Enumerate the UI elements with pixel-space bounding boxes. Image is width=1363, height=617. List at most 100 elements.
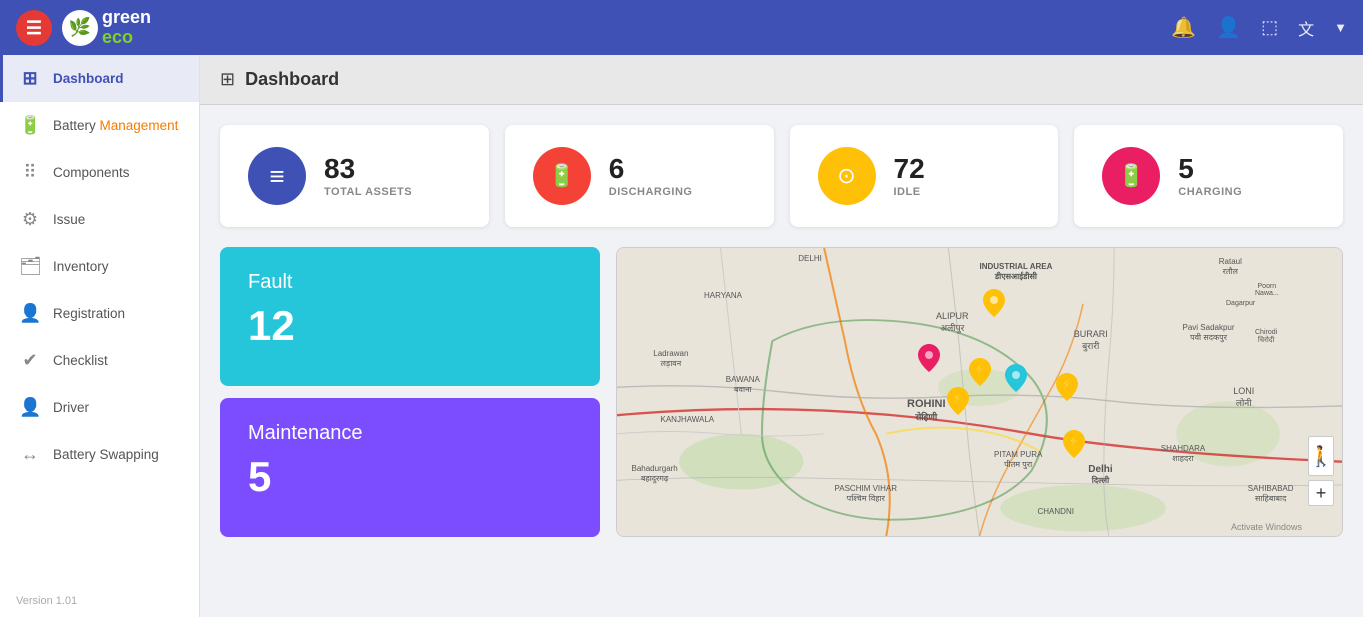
issue-icon: ⚙ (19, 209, 41, 230)
map-pin-5: ⚡ (1056, 373, 1078, 401)
dropdown-arrow-icon[interactable]: ▼ (1334, 20, 1347, 35)
map-label-pavi-sadakpur: Pavi Sadakpurपवी सदकपुर (1183, 323, 1235, 343)
map-label-delhi-center: Delhiदिल्ली (1088, 464, 1112, 486)
sidebar-item-label: Components (53, 165, 183, 180)
map-label-sahibabad: SAHIBABADसाहिबाबाद (1248, 484, 1294, 504)
map-container[interactable]: INDUSTRIAL AREAडीएसआईडीसी ALIPURअलीपुर B… (616, 247, 1343, 537)
idle-icon-circle: ⊙ (818, 147, 876, 205)
map-pin-7: ⚡ (1063, 430, 1085, 458)
sidebar-item-label: Inventory (53, 259, 183, 274)
map-pin-6: ⚡ (947, 387, 969, 415)
sidebar-item-label: Battery Swapping (53, 447, 183, 462)
charging-label: CHARGING (1178, 186, 1242, 198)
map-label-shahdara: SHAHDARAशाहदरा (1161, 444, 1205, 464)
main-layout: ⊞ Dashboard 🔋 Battery Management ⠿ Compo… (0, 0, 1363, 617)
map-label-chandni: CHANDNI (1038, 507, 1074, 516)
logout-icon[interactable]: ⬚ (1261, 17, 1278, 38)
map-label-dagarpur: Dagarpur (1226, 300, 1255, 307)
svg-text:⚡: ⚡ (1061, 378, 1072, 390)
map-background: INDUSTRIAL AREAडीएसआईडीसी ALIPURअलीपुर B… (617, 248, 1342, 536)
map-label-kanjhawala: KANJHAWALA (661, 415, 715, 424)
idle-info: 72 IDLE (894, 154, 925, 199)
map-pin-2 (918, 344, 940, 372)
sidebar-item-label: Checklist (53, 353, 183, 368)
idle-icon: ⊙ (837, 165, 855, 187)
stat-card-total-assets[interactable]: ≡ 83 TOTAL ASSETS (220, 125, 489, 227)
map-label-pitam-pura: PITAM PURAपीतम पुरा (994, 450, 1042, 470)
map-label-rohini: ROHINIरोहिणी (907, 398, 946, 423)
discharging-label: DISCHARGING (609, 186, 693, 198)
sidebar-item-label: Driver (53, 400, 183, 415)
dashboard-icon: ⊞ (19, 68, 41, 89)
logo: 🌿 green eco (62, 8, 151, 48)
discharging-info: 6 DISCHARGING (609, 154, 693, 199)
map-label-poorn-nawa: PoornNawa... (1255, 283, 1279, 297)
bottom-section: Fault 12 Maintenance 5 (200, 237, 1363, 547)
map-person-control[interactable]: 🚶 (1308, 436, 1334, 476)
list-icon: ≡ (269, 163, 284, 189)
sidebar-item-driver[interactable]: 👤 Driver (0, 384, 199, 431)
translate-icon[interactable]: 文 (1298, 16, 1314, 40)
page-header-icon: ⊞ (220, 69, 235, 90)
sidebar-item-label: Issue (53, 212, 183, 227)
svg-text:⚡: ⚡ (952, 392, 963, 404)
topnav-action-icons: 🔔 👤 ⬚ 文 ▼ (1171, 15, 1347, 40)
battery-discharging-icon: 🔋 (548, 165, 575, 187)
sidebar-item-label: Registration (53, 306, 183, 321)
driver-icon: 👤 (19, 397, 41, 418)
sidebar-item-registration[interactable]: 👤 Registration (0, 290, 199, 337)
notification-icon[interactable]: 🔔 (1171, 15, 1196, 40)
total-assets-info: 83 TOTAL ASSETS (324, 154, 412, 199)
map-label-industrial: INDUSTRIAL AREAडीएसआईडीसी (980, 262, 1053, 282)
map-zoom-plus[interactable]: + (1308, 480, 1334, 506)
maintenance-card[interactable]: Maintenance 5 (220, 398, 600, 537)
map-label-haryana: HARYANA (704, 291, 742, 300)
map-label-alipur: ALIPURअलीपुर (936, 311, 969, 334)
map-label-ladrawan: Ladrawanलड़ावन (653, 349, 688, 369)
total-assets-number: 83 (324, 154, 412, 185)
fault-card[interactable]: Fault 12 (220, 247, 600, 386)
registration-icon: 👤 (19, 303, 41, 324)
page-title: Dashboard (245, 69, 339, 90)
map-pin-3: ⚡ (969, 358, 991, 386)
sidebar-item-label: Dashboard (53, 71, 183, 86)
discharging-icon-circle: 🔋 (533, 147, 591, 205)
fault-number: 12 (248, 302, 572, 350)
stat-cards-row: ≡ 83 TOTAL ASSETS 🔋 6 DISCHARGING ⊙ (200, 105, 1363, 237)
main-content: ⊞ Dashboard ≡ 83 TOTAL ASSETS 🔋 6 (200, 55, 1363, 617)
map-label-loni: LONIलोनी (1233, 386, 1254, 409)
sidebar-item-components[interactable]: ⠿ Components (0, 149, 199, 196)
sidebar-item-label: Battery Management (53, 118, 183, 133)
top-navigation: ☰ 🌿 green eco 🔔 👤 ⬚ 文 ▼ (0, 0, 1363, 55)
logo-text: green eco (102, 8, 151, 48)
map-label-bawana: BAWANAबवाना (726, 375, 760, 395)
inventory-icon: 🗂 (19, 256, 41, 277)
stat-card-discharging[interactable]: 🔋 6 DISCHARGING (505, 125, 774, 227)
left-cards: Fault 12 Maintenance 5 (220, 247, 600, 537)
menu-button[interactable]: ☰ (16, 10, 52, 46)
battery-swapping-icon: ↔ (19, 444, 41, 465)
account-icon[interactable]: 👤 (1216, 15, 1241, 40)
battery-charging-icon: 🔋 (1118, 165, 1145, 187)
stat-card-idle[interactable]: ⊙ 72 IDLE (790, 125, 1059, 227)
sidebar-item-checklist[interactable]: ✔ Checklist (0, 337, 199, 384)
charging-number: 5 (1178, 154, 1242, 185)
logo-icon: 🌿 (62, 10, 98, 46)
stat-card-charging[interactable]: 🔋 5 CHARGING (1074, 125, 1343, 227)
map-label-paschim-vihar: PASCHIM VIHARपश्चिम विहार (835, 484, 898, 504)
sidebar-item-issue[interactable]: ⚙ Issue (0, 196, 199, 243)
sidebar-item-battery-swapping[interactable]: ↔ Battery Swapping (0, 431, 199, 478)
idle-number: 72 (894, 154, 925, 185)
fault-title: Fault (248, 271, 572, 294)
map-label-burari: BURARIबुरारी (1074, 329, 1108, 352)
sidebar-item-inventory[interactable]: 🗂 Inventory (0, 243, 199, 290)
discharging-number: 6 (609, 154, 693, 185)
total-assets-icon-circle: ≡ (248, 147, 306, 205)
sidebar: ⊞ Dashboard 🔋 Battery Management ⠿ Compo… (0, 55, 200, 617)
map-label-rataul: Rataulरतौल (1219, 257, 1242, 277)
battery-icon: 🔋 (19, 115, 41, 136)
map-label-delhi-top: DELHI (798, 254, 822, 263)
svg-text:⚡: ⚡ (974, 363, 985, 375)
sidebar-item-dashboard[interactable]: ⊞ Dashboard (0, 55, 199, 102)
sidebar-item-battery-management[interactable]: 🔋 Battery Management (0, 102, 199, 149)
